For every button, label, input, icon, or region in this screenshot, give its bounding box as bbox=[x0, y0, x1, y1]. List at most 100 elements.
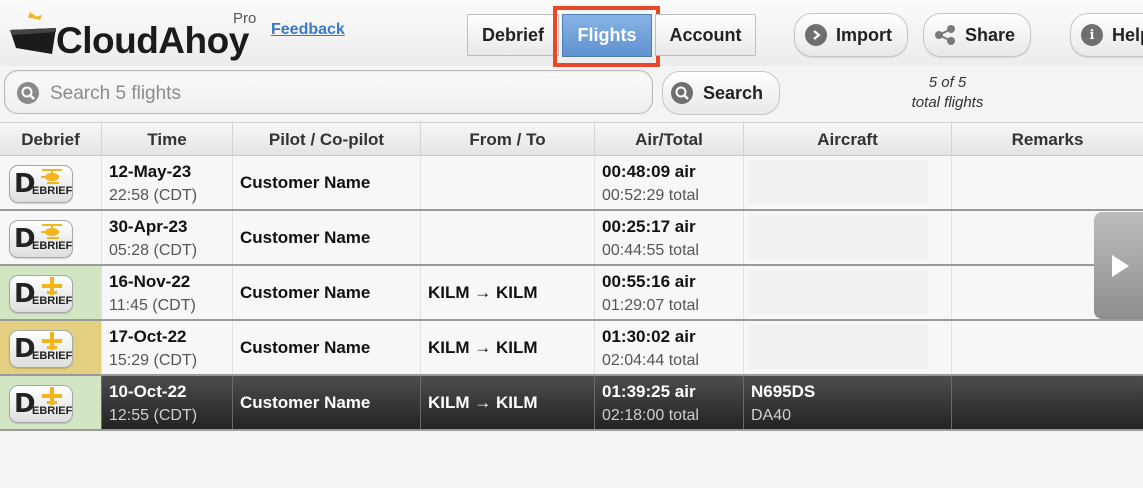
airplane-icon bbox=[42, 277, 62, 295]
pilot-name: Customer Name bbox=[240, 338, 371, 357]
aircraft-redacted-area bbox=[748, 160, 928, 204]
share-button[interactable]: Share bbox=[923, 13, 1031, 57]
route-cell bbox=[421, 156, 595, 209]
airplane-icon bbox=[42, 387, 62, 405]
import-button[interactable]: Import bbox=[794, 13, 908, 57]
flight-time: 11:45 (CDT) bbox=[109, 297, 196, 314]
next-page-arrow[interactable] bbox=[1094, 212, 1143, 319]
aircraft-cell: N695DS DA40 bbox=[744, 376, 952, 429]
flight-date: 30-Apr-23 bbox=[109, 217, 188, 236]
table-row[interactable]: D EBRIEF 30-Apr-23 05:28 (CDT) Customer … bbox=[0, 211, 1143, 266]
pilot-name: Customer Name bbox=[240, 228, 371, 247]
aircraft-cell bbox=[744, 266, 952, 319]
time-cell: 16-Nov-22 11:45 (CDT) bbox=[102, 266, 233, 319]
tab-flights[interactable]: Flights bbox=[562, 14, 652, 57]
aircraft-redacted-area bbox=[748, 215, 928, 259]
pilot-cell: Customer Name bbox=[233, 376, 421, 429]
flight-date: 12-May-23 bbox=[109, 162, 192, 181]
airplane-icon bbox=[42, 332, 62, 350]
remarks-cell bbox=[952, 376, 1143, 429]
debrief-button[interactable]: D EBRIEF bbox=[9, 330, 73, 368]
debrief-button-label: EBRIEF bbox=[32, 405, 73, 417]
pilot-name: Customer Name bbox=[240, 393, 371, 412]
column-header-pilot[interactable]: Pilot / Co-pilot bbox=[233, 123, 421, 156]
column-header-debrief[interactable]: Debrief bbox=[0, 123, 102, 156]
debrief-button[interactable]: D EBRIEF bbox=[9, 165, 73, 203]
flight-date: 17-Oct-22 bbox=[109, 327, 187, 346]
aircraft-cell bbox=[744, 156, 952, 209]
flight-time: 22:58 (CDT) bbox=[109, 187, 198, 204]
search-icon bbox=[671, 82, 693, 104]
time-cell: 17-Oct-22 15:29 (CDT) bbox=[102, 321, 233, 374]
flight-route: KILM → KILM bbox=[428, 393, 538, 412]
tab-account[interactable]: Account bbox=[655, 14, 756, 56]
table-row[interactable]: D EBRIEF 17-Oct-22 15:29 (CDT) Customer … bbox=[0, 321, 1143, 376]
logo-pro-badge: Pro bbox=[233, 10, 257, 27]
aircraft-tail: N695DS bbox=[751, 382, 816, 401]
air-total-cell: 01:39:25 air 02:18:00 total bbox=[595, 376, 744, 429]
air-time: 01:39:25 air bbox=[602, 382, 696, 401]
flight-count-value: 5 of 5 bbox=[928, 74, 967, 91]
share-icon bbox=[934, 24, 956, 46]
feedback-link[interactable]: Feedback bbox=[271, 21, 345, 39]
cloudahoy-app: CloudAhoy Pro Feedback Debrief Flights A… bbox=[0, 0, 1143, 488]
flights-table-header: Debrief Time Pilot / Co-pilot From / To … bbox=[0, 122, 1143, 156]
table-row[interactable]: D EBRIEF 12-May-23 22:58 (CDT) Customer … bbox=[0, 156, 1143, 211]
column-header-from-to[interactable]: From / To bbox=[421, 123, 595, 156]
debrief-cell: D EBRIEF bbox=[0, 211, 102, 264]
flight-route: KILM → KILM bbox=[428, 283, 538, 302]
route-cell: KILM → KILM bbox=[421, 266, 595, 319]
column-header-aircraft[interactable]: Aircraft bbox=[744, 123, 952, 156]
search-button-label: Search bbox=[703, 82, 764, 103]
time-cell: 12-May-23 22:58 (CDT) bbox=[102, 156, 233, 209]
time-cell: 30-Apr-23 05:28 (CDT) bbox=[102, 211, 233, 264]
debrief-cell: D EBRIEF bbox=[0, 376, 102, 429]
remarks-cell bbox=[952, 321, 1143, 374]
route-cell: KILM → KILM bbox=[421, 321, 595, 374]
pilot-name: Customer Name bbox=[240, 283, 371, 302]
chevron-right-circle-icon bbox=[805, 24, 827, 46]
flight-time: 05:28 (CDT) bbox=[109, 242, 198, 259]
top-toolbar: CloudAhoy Pro Feedback Debrief Flights A… bbox=[0, 0, 1143, 67]
pilot-cell: Customer Name bbox=[233, 266, 421, 319]
column-header-air-total[interactable]: Air/Total bbox=[595, 123, 744, 156]
debrief-button[interactable]: D EBRIEF bbox=[9, 275, 73, 313]
table-row[interactable]: D EBRIEF 10-Oct-22 12:55 (CDT) Customer … bbox=[0, 376, 1143, 431]
import-button-label: Import bbox=[836, 24, 892, 45]
help-button-label: Help bbox=[1112, 24, 1143, 45]
aircraft-redacted-area bbox=[748, 270, 928, 314]
air-total-cell: 00:48:09 air 00:52:29 total bbox=[595, 156, 744, 209]
search-input[interactable]: Search 5 flights bbox=[4, 70, 653, 114]
flight-route: KILM → KILM bbox=[428, 338, 538, 357]
debrief-cell: D EBRIEF bbox=[0, 266, 102, 319]
search-button[interactable]: Search bbox=[662, 71, 780, 115]
aircraft-type: DA40 bbox=[751, 407, 792, 424]
debrief-button-label: EBRIEF bbox=[32, 240, 73, 252]
tab-debrief[interactable]: Debrief bbox=[467, 14, 559, 56]
debrief-button[interactable]: D EBRIEF bbox=[9, 220, 73, 258]
flight-time: 12:55 (CDT) bbox=[109, 407, 198, 424]
table-row[interactable]: D EBRIEF 16-Nov-22 11:45 (CDT) Customer … bbox=[0, 266, 1143, 321]
total-time: 00:52:29 total bbox=[602, 187, 699, 204]
share-button-label: Share bbox=[965, 24, 1016, 45]
air-time: 00:25:17 air bbox=[602, 217, 696, 236]
air-total-cell: 00:25:17 air 00:44:55 total bbox=[595, 211, 744, 264]
info-icon: i bbox=[1081, 24, 1103, 46]
column-header-time[interactable]: Time bbox=[102, 123, 233, 156]
total-time: 00:44:55 total bbox=[602, 242, 699, 259]
logo-wordmark: CloudAhoy bbox=[56, 20, 249, 61]
flight-count: 5 of 5 total flights bbox=[880, 73, 1015, 113]
arrow-right-icon bbox=[1112, 254, 1129, 277]
helicopter-icon bbox=[41, 169, 62, 184]
column-header-remarks[interactable]: Remarks bbox=[952, 123, 1143, 156]
remarks-cell bbox=[952, 156, 1143, 209]
pilot-name: Customer Name bbox=[240, 173, 371, 192]
search-icon bbox=[17, 82, 39, 104]
flight-time: 15:29 (CDT) bbox=[109, 352, 198, 369]
help-button[interactable]: i Help bbox=[1070, 13, 1143, 57]
cloudahoy-logo[interactable]: CloudAhoy Pro bbox=[8, 8, 268, 60]
total-time: 02:04:44 total bbox=[602, 352, 699, 369]
search-placeholder: Search 5 flights bbox=[50, 83, 181, 104]
debrief-button[interactable]: D EBRIEF bbox=[9, 385, 73, 423]
aircraft-redacted-area bbox=[748, 325, 928, 369]
